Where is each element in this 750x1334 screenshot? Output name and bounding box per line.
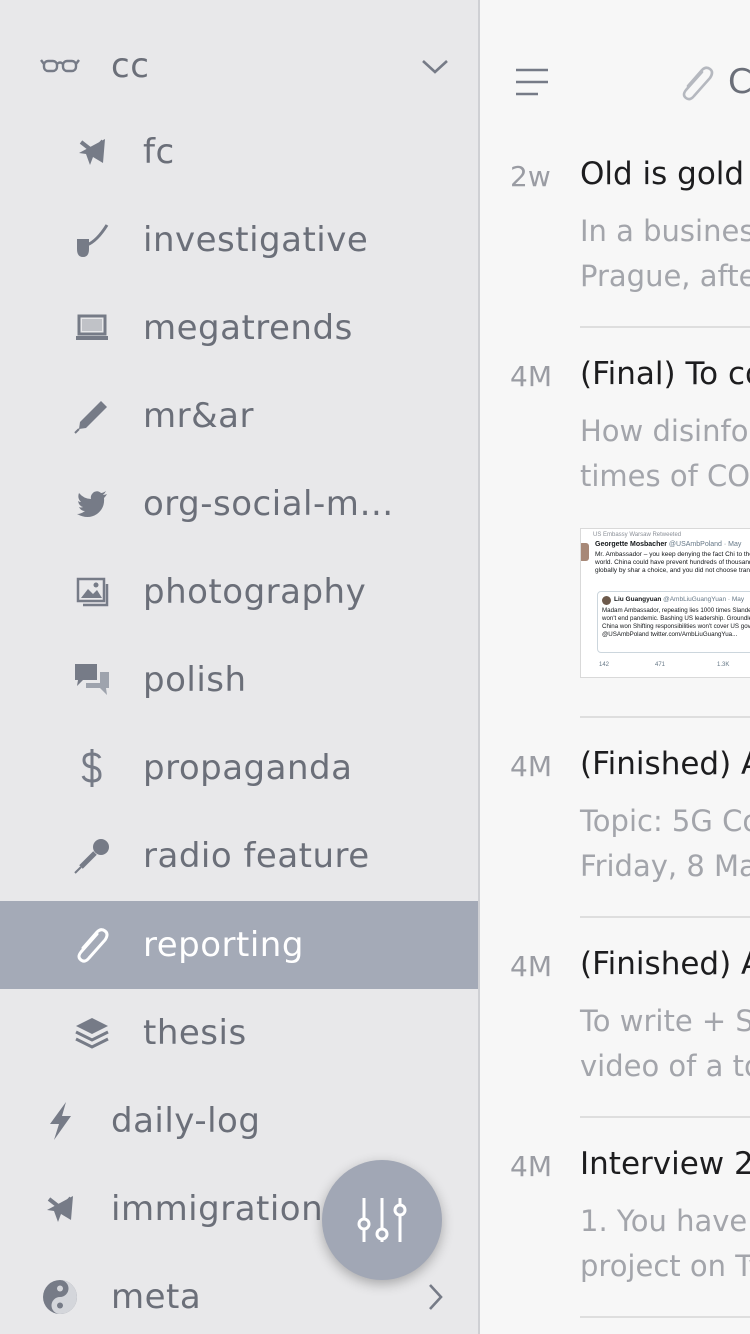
sidebar-item-label: fc [143, 132, 175, 172]
sidebar: cc fc investigative megatrends mr&ar org [0, 0, 480, 1334]
quoted-tweet-body: Madam Ambassador, repeating lies 1000 ti… [602, 607, 750, 638]
divider [580, 1116, 750, 1118]
yin-yang-icon [40, 1277, 80, 1317]
sidebar-item-label: photography [143, 572, 367, 612]
glasses-icon [40, 46, 80, 86]
sidebar-item-cc[interactable]: cc [0, 22, 478, 110]
note-title: (Finished) A [580, 746, 750, 782]
sidebar-item-label: cc [111, 46, 150, 86]
microphone-icon [72, 836, 112, 876]
sidebar-item-megatrends[interactable]: megatrends [0, 284, 478, 372]
sidebar-item-investigative[interactable]: investigative [0, 196, 478, 284]
notes-pane: C 2w Old is gold In a business Prague, a… [480, 0, 750, 1334]
airplane-icon [40, 1189, 80, 1229]
sidebar-item-thesis[interactable]: thesis [0, 989, 478, 1077]
pencil-icon [72, 396, 112, 436]
note-age: 4M [510, 950, 552, 983]
sidebar-item-polish[interactable]: polish [0, 636, 478, 724]
avatar [602, 596, 611, 605]
dollar-icon [72, 748, 112, 788]
note-title: (Finished) A [580, 946, 750, 982]
note-preview: project on Tw [580, 1249, 750, 1283]
sidebar-item-label: polish [143, 660, 247, 700]
paperclip-icon [72, 925, 112, 965]
avatar [581, 543, 589, 561]
tweet-body: Mr. Ambassador – you keep denying the fa… [595, 551, 750, 574]
chat-bubbles-icon [72, 660, 112, 700]
note-item[interactable]: 4M (Final) To co How disinfor times of C… [480, 344, 750, 544]
sidebar-item-label: immigration [111, 1189, 324, 1229]
note-item[interactable]: 2w Old is gold In a business Prague, aft… [480, 144, 750, 344]
chevron-right-icon[interactable] [420, 1282, 450, 1312]
note-title: Interview 2 [580, 1146, 750, 1182]
sidebar-item-label: org-social-m… [143, 484, 394, 524]
tweet-author: Georgette Mosbacher @USAmbPoland · May [595, 541, 742, 548]
note-preview: Friday, 8 May [580, 849, 750, 883]
note-item[interactable]: 4M (Finished) A Topic: 5G Co Friday, 8 M… [480, 734, 750, 934]
note-age: 4M [510, 750, 552, 783]
divider [580, 716, 750, 718]
divider [580, 916, 750, 918]
like-count: 1.3K [717, 662, 730, 668]
sidebar-item-label: meta [111, 1277, 202, 1317]
note-preview: To write + St [580, 1004, 750, 1038]
sidebar-item-reporting[interactable]: reporting [0, 901, 478, 989]
note-title: (Final) To co [580, 356, 750, 392]
divider [580, 1316, 750, 1318]
sidebar-item-label: reporting [143, 925, 304, 965]
page-title: C [728, 62, 750, 102]
note-preview: Prague, after [580, 259, 750, 293]
note-item[interactable]: 4M Interview 2 1. You have t project on … [480, 1134, 750, 1334]
sidebar-item-fc[interactable]: fc [0, 108, 478, 196]
paperclip-icon [682, 66, 714, 101]
note-age: 2w [510, 160, 551, 193]
divider [580, 326, 750, 328]
sidebar-item-label: investigative [143, 220, 369, 260]
tweet-retweeted-label: US Embassy Warsaw Retweeted [593, 532, 682, 538]
note-preview: 1. You have t [580, 1204, 750, 1238]
quoted-tweet-author: Liu Guangyuan @AmbLiuGuangYuan · May [614, 596, 745, 603]
chevron-down-icon[interactable] [420, 51, 450, 81]
note-preview: Topic: 5G Co [580, 804, 750, 838]
sidebar-item-daily-log[interactable]: daily-log [0, 1077, 478, 1165]
layers-icon [72, 1013, 112, 1053]
sidebar-item-label: megatrends [143, 308, 353, 348]
note-age: 4M [510, 1150, 552, 1183]
quoted-tweet: Liu Guangyuan @AmbLiuGuangYuan · May Mad… [597, 591, 750, 653]
note-age: 4M [510, 360, 552, 393]
sidebar-item-label: mr&ar [143, 396, 254, 436]
note-preview: How disinfor [580, 414, 750, 448]
menu-icon[interactable] [514, 66, 550, 100]
sidebar-item-org-social-media[interactable]: org-social-m… [0, 460, 478, 548]
picture-icon [72, 572, 112, 612]
note-title: Old is gold [580, 156, 745, 192]
note-preview: In a business [580, 214, 750, 248]
sidebar-item-mr-ar[interactable]: mr&ar [0, 372, 478, 460]
filter-button[interactable] [322, 1160, 442, 1280]
sidebar-item-radio-feature[interactable]: radio feature [0, 812, 478, 900]
airplane-icon [72, 132, 112, 172]
retweet-count: 471 [655, 662, 666, 668]
sidebar-item-label: thesis [143, 1013, 247, 1053]
note-item[interactable]: 4M (Finished) A To write + St video of a… [480, 934, 750, 1134]
twitter-icon [72, 484, 112, 524]
note-preview: times of COV [580, 459, 750, 493]
sidebar-item-label: radio feature [143, 836, 370, 876]
sidebar-item-label: propaganda [143, 748, 353, 788]
tweet-screenshot-thumbnail[interactable]: US Embassy Warsaw Retweeted Georgette Mo… [580, 528, 750, 678]
sliders-icon [357, 1198, 407, 1242]
sidebar-item-propaganda[interactable]: propaganda [0, 724, 478, 812]
sidebar-item-label: daily-log [111, 1101, 261, 1141]
laptop-icon [72, 308, 112, 348]
sidebar-item-photography[interactable]: photography [0, 548, 478, 636]
reply-count: 142 [599, 662, 610, 668]
pipe-icon [72, 220, 112, 260]
note-preview: video of a to [580, 1049, 750, 1083]
lightning-icon [40, 1101, 80, 1141]
